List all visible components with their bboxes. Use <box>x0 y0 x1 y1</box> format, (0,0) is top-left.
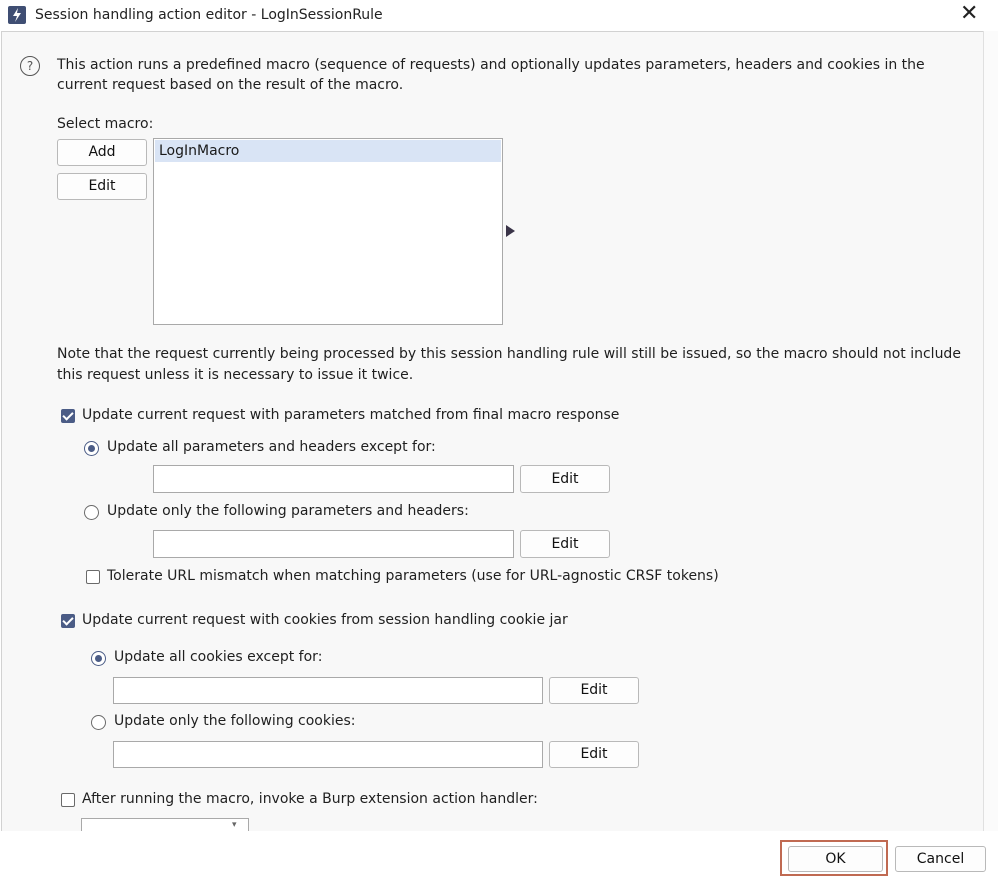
cancel-button[interactable]: Cancel <box>895 846 986 872</box>
params-only-edit-button[interactable]: Edit <box>520 530 610 558</box>
params-all-label: Update all parameters and headers except… <box>107 439 436 455</box>
update-params-label: Update current request with parameters m… <box>82 407 620 423</box>
title-bar: Session handling action editor - LogInSe… <box>0 0 998 31</box>
cookies-all-radio[interactable] <box>91 651 106 666</box>
arrow-right-icon <box>506 225 515 237</box>
update-cookies-label: Update current request with cookies from… <box>82 612 568 628</box>
params-except-field[interactable] <box>153 465 514 493</box>
window-title: Session handling action editor - LogInSe… <box>35 7 383 23</box>
note-text: Note that the request currently being pr… <box>57 346 961 383</box>
extension-handler-label: After running the macro, invoke a Burp e… <box>82 791 538 807</box>
cookies-except-edit-button[interactable]: Edit <box>549 677 639 704</box>
cookies-except-field[interactable] <box>113 677 543 704</box>
params-except-edit-button[interactable]: Edit <box>520 465 610 493</box>
macro-list[interactable]: LogInMacro <box>153 138 503 325</box>
cookies-only-field[interactable] <box>113 741 543 768</box>
edit-macro-button[interactable]: Edit <box>57 173 147 200</box>
tolerate-url-checkbox[interactable] <box>86 570 100 584</box>
macro-list-item[interactable]: LogInMacro <box>155 140 501 162</box>
chevron-down-icon: ▾ <box>232 820 237 830</box>
burp-lightning-icon <box>8 6 26 24</box>
params-only-field[interactable] <box>153 530 514 558</box>
cookies-only-edit-button[interactable]: Edit <box>549 741 639 768</box>
extension-handler-checkbox[interactable] <box>61 793 75 807</box>
tolerate-url-label: Tolerate URL mismatch when matching para… <box>107 568 719 584</box>
select-macro-label: Select macro: <box>57 116 154 132</box>
action-description: This action runs a predefined macro (seq… <box>57 57 925 93</box>
close-icon[interactable]: ✕ <box>960 2 978 26</box>
ok-button[interactable]: OK <box>788 846 883 872</box>
cookies-all-label: Update all cookies except for: <box>114 649 323 665</box>
extension-handler-dropdown[interactable] <box>81 818 249 832</box>
cookies-only-radio[interactable] <box>91 715 106 730</box>
update-cookies-checkbox[interactable] <box>61 614 75 628</box>
cookies-only-label: Update only the following cookies: <box>114 713 356 729</box>
params-only-label: Update only the following parameters and… <box>107 503 469 519</box>
params-all-radio[interactable] <box>84 441 99 456</box>
add-macro-button[interactable]: Add <box>57 139 147 166</box>
vertical-scrollbar[interactable] <box>983 31 998 831</box>
update-params-checkbox[interactable] <box>61 409 75 423</box>
help-icon[interactable]: ? <box>20 56 40 76</box>
params-only-radio[interactable] <box>84 505 99 520</box>
